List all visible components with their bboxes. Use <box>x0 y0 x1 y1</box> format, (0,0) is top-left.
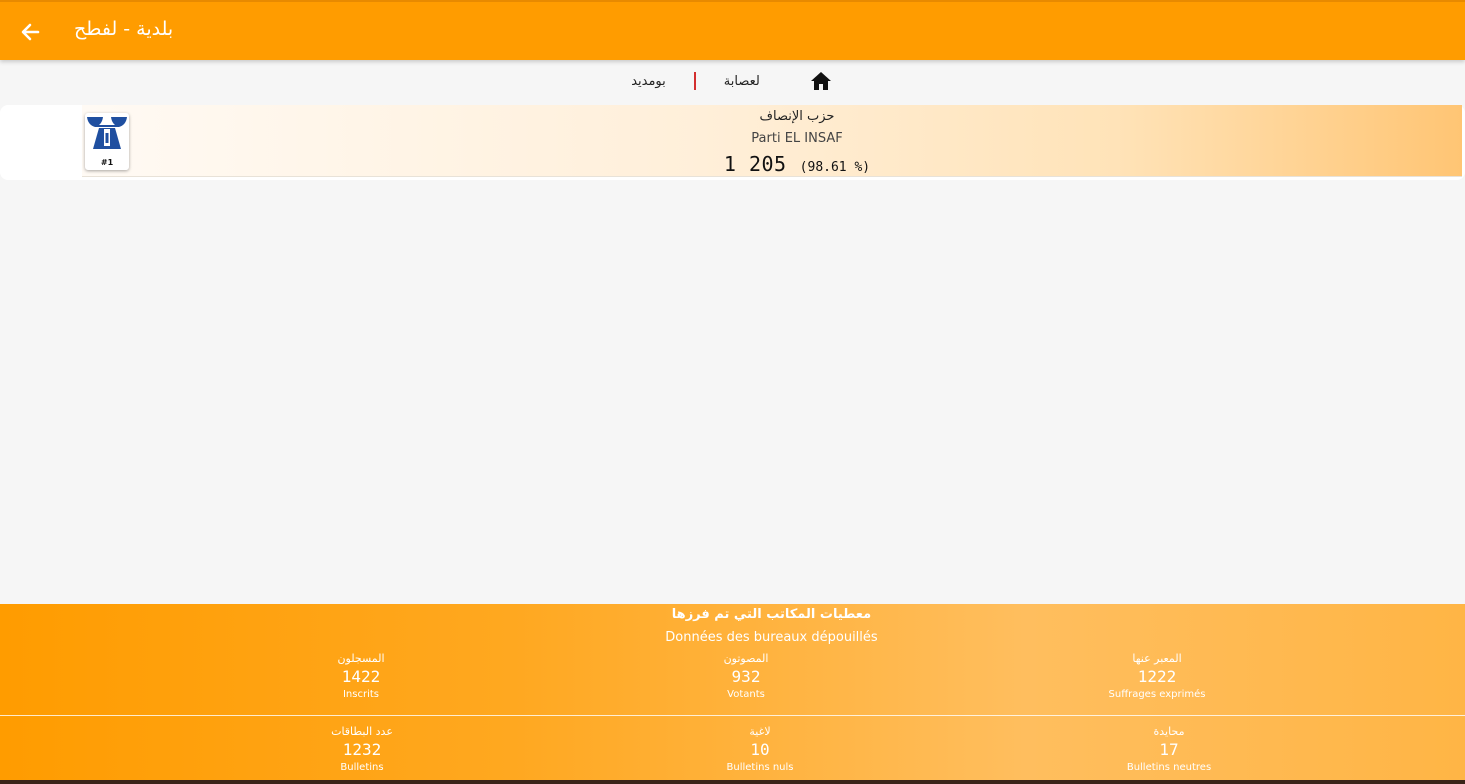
stat-neutral-ballots-label-fr: Bulletins neutres <box>1126 762 1212 773</box>
stat-expressed-label-ar: المعبر عنها <box>1132 652 1182 665</box>
stat-registered-label-ar: المسجلون <box>337 652 385 665</box>
party-vote-percent: (98.61 %) <box>799 160 871 175</box>
breadcrumb-home[interactable] <box>808 69 834 93</box>
system-nav-strip <box>0 780 1465 784</box>
stat-null-ballots-value: 10 <box>750 740 770 759</box>
party-vote-count: 1 205 <box>723 152 787 176</box>
party-name-ar: حزب الإنصاف <box>759 109 835 124</box>
stat-null-ballots-label-fr: Bulletins nuls <box>726 762 794 773</box>
stat-ballots-value: 1232 <box>342 740 382 759</box>
stat-registered-value: 1422 <box>341 667 381 686</box>
stat-registered-label-fr: Inscrits <box>342 689 379 700</box>
stat-neutral-ballots-label-ar: محايدة <box>1153 725 1185 738</box>
breadcrumb: لعصابة بومديد <box>0 68 1465 94</box>
breadcrumb-separator <box>693 72 696 90</box>
stats-title-fr: Données des bureaux dépouillés <box>665 630 878 645</box>
stat-ballots-label-ar: عدد البطاقات <box>331 725 393 738</box>
arrow-left-icon <box>21 23 40 41</box>
home-icon <box>810 72 831 90</box>
stats-divider <box>0 715 1465 716</box>
stat-voters-value: 932 <box>731 667 761 686</box>
breadcrumb-item-region[interactable]: لعصابة <box>724 74 760 89</box>
stat-voters-label-fr: Votants <box>727 689 765 700</box>
party-name-fr: Parti EL INSAF <box>751 131 843 146</box>
stat-expressed-label-fr: Suffrages exprimés <box>1108 689 1206 700</box>
breadcrumb-item-department[interactable]: بومديد <box>631 74 666 89</box>
stat-ballots-label-fr: Bulletins <box>340 762 384 773</box>
stats-title-ar: معطيات المكاتب التي تم فرزها <box>671 607 872 622</box>
stat-expressed-value: 1222 <box>1137 667 1177 686</box>
stat-neutral-ballots: محايدة 17 Bulletins neutres <box>1049 725 1289 775</box>
stat-ballots: عدد البطاقات 1232 Bulletins <box>242 725 482 775</box>
stat-null-ballots-label-ar: لاغية <box>749 725 771 738</box>
app-bar: بلدية - لفطح <box>0 0 1465 60</box>
stat-neutral-ballots-value: 17 <box>1159 740 1179 759</box>
stat-voters-label-ar: المصوتون <box>723 652 769 665</box>
stat-expressed: المعبر عنها 1222 Suffrages exprimés <box>1037 652 1277 702</box>
stats-panel: معطيات المكاتب التي تم فرزها Données des… <box>0 604 1465 780</box>
stat-null-ballots: لاغية 10 Bulletins nuls <box>640 725 880 775</box>
stat-registered: المسجلون 1422 Inscrits <box>241 652 481 702</box>
stat-voters: المصوتون 932 Votants <box>626 652 866 702</box>
party-votes: 1 205 (98.61 %) <box>0 152 1465 176</box>
back-button[interactable] <box>14 16 46 48</box>
page-title: بلدية - لفطح <box>74 18 174 40</box>
